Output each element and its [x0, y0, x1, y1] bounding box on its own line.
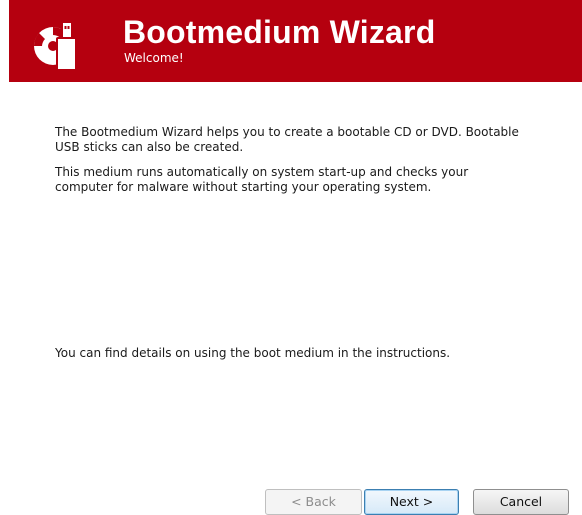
- description-paragraph: This medium runs automatically on system…: [55, 165, 469, 194]
- wizard-header-banner: Bootmedium Wizard Welcome!: [9, 0, 582, 82]
- wizard-subtitle: Welcome!: [124, 51, 184, 65]
- cancel-button[interactable]: Cancel: [473, 489, 569, 515]
- instructions-paragraph: You can find details on using the boot m…: [55, 346, 451, 360]
- wizard-content: The Bootmedium Wizard helps you to creat…: [55, 125, 555, 205]
- cd-usb-icon: [33, 21, 77, 71]
- intro-paragraph: The Bootmedium Wizard helps you to creat…: [55, 125, 519, 154]
- back-button[interactable]: < Back: [265, 489, 362, 515]
- next-button[interactable]: Next >: [364, 489, 459, 515]
- wizard-title: Bootmedium Wizard: [123, 14, 436, 50]
